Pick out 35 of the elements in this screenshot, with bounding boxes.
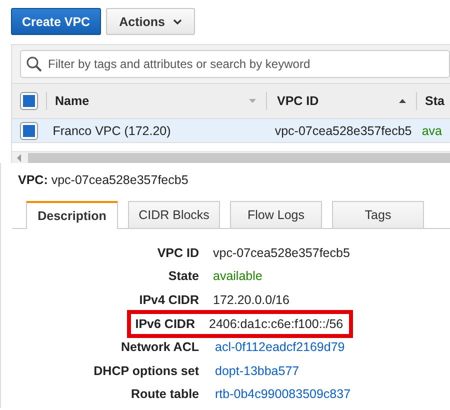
field-value: available [213,269,262,284]
column-header[interactable]: Name [46,92,266,110]
field-label: IPv4 CIDR [138,292,199,307]
field-value: vpc-07cea528e357fecb5 [213,246,350,260]
field-label: DHCP options set [92,364,199,378]
tab[interactable]: Description [26,201,118,229]
tab[interactable]: Flow Logs [230,201,322,228]
detail-vpc-id: vpc-07cea528e357fecb5 [51,173,188,187]
search-icon [26,56,42,72]
field-value: 2406:da1c:c6e:f100::/56 [209,316,344,330]
field-link[interactable]: dopt-13bba577 [215,364,300,378]
field-label: Route table [130,387,199,402]
field-label: Network ACL [120,340,199,354]
field-label: IPv6 CIDR [134,316,195,330]
field-label: State [167,269,199,284]
table-row[interactable]: Franco VPC (172.20) vpc-07cea528e357fecb5 ava [12,119,450,143]
column-header[interactable]: VPC ID [266,92,416,110]
search-field[interactable]: Filter by tags and attributes or search by keyword [20,50,450,78]
field-label: VPC ID [156,246,199,260]
table-cell-text: Franco VPC (172.20) [52,124,172,138]
field-value: 172.20.0.0/16 [213,292,290,307]
horizontal-scrollbar[interactable] [12,151,450,163]
select-all-checkbox[interactable] [21,93,37,109]
caret-icon [172,18,182,24]
row-checkbox[interactable] [20,122,37,138]
column-header[interactable]: Sta [416,92,450,110]
actions-dropdown-button[interactable]: Actions [106,8,195,35]
field-link[interactable]: acl-0f112eadcf2169d79 [215,340,345,354]
create-vpc-button[interactable]: Create VPC [11,8,102,35]
tab[interactable]: CIDR Blocks [128,201,220,228]
table-cell-text: vpc-07cea528e357fecb5 [274,124,413,138]
field-link[interactable]: rtb-0b4c990083509c837 [215,387,351,402]
detail-label: VPC: [18,173,48,187]
table-cell-text: ava [420,124,443,138]
tab[interactable]: Tags [332,201,424,228]
